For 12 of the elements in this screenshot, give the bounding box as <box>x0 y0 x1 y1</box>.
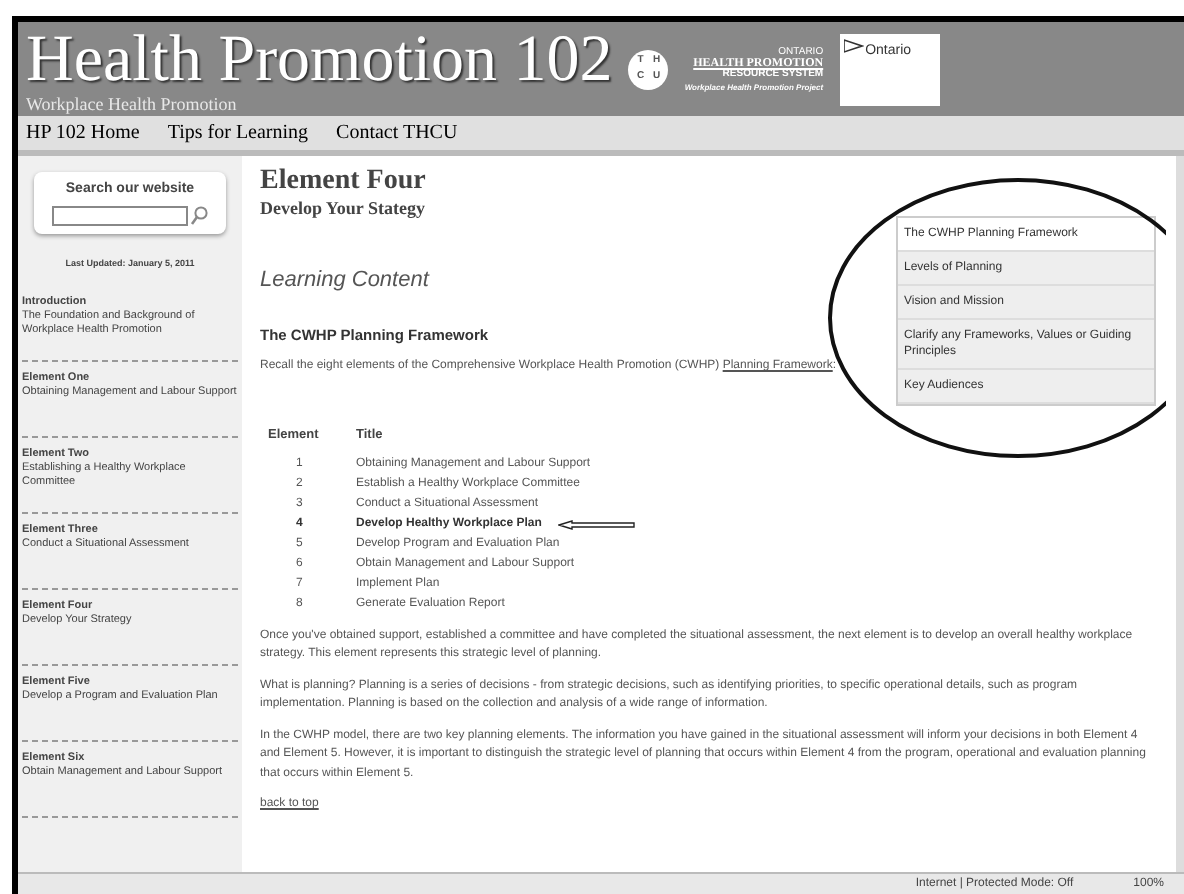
site-title: Health Promotion 102 <box>26 25 613 93</box>
nav-link[interactable]: HP 102 Home <box>26 118 140 148</box>
search-field[interactable] <box>52 205 188 225</box>
search-icon[interactable] <box>190 205 208 225</box>
arrow-annotation <box>557 520 636 531</box>
nav-link[interactable]: Tips for Learning <box>167 118 309 148</box>
nav-link[interactable]: Contact THCU <box>336 118 458 148</box>
trillium-icon <box>843 37 864 53</box>
site-subtitle: Workplace Health Promotion <box>26 93 239 113</box>
page-subtitle: Develop Your Stategy <box>260 196 426 222</box>
page-title: Element Four <box>260 168 426 196</box>
section-title: Learning Content <box>260 265 429 295</box>
